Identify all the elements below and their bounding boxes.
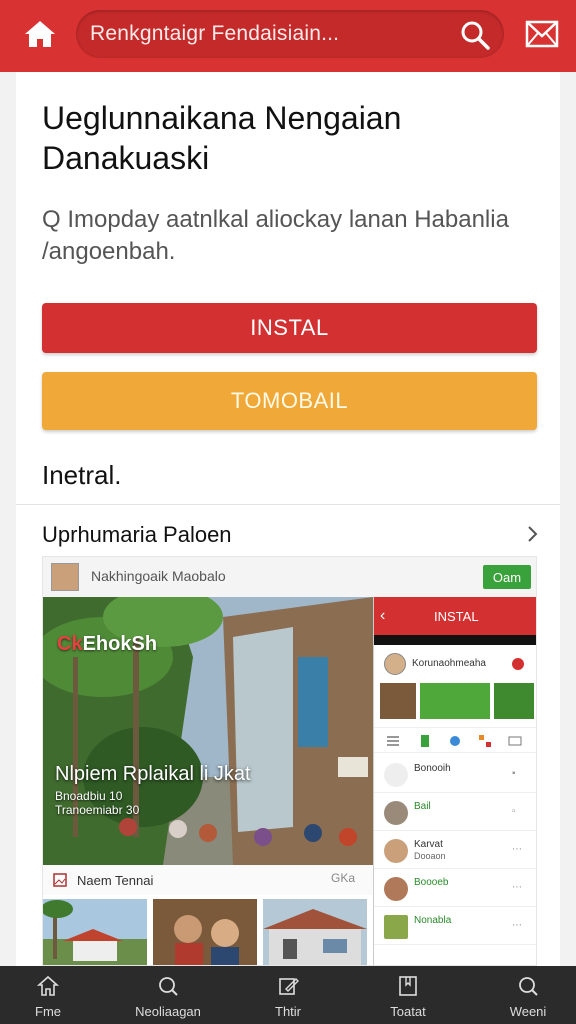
hero-brand: CkEhokSh xyxy=(57,633,158,655)
search-icon xyxy=(519,977,538,996)
page-title: Ueglunnaikana Nengaian Danakuaski xyxy=(42,100,402,176)
mail-icon xyxy=(525,20,559,48)
caption-row[interactable]: Naem Tennai GKa xyxy=(43,865,373,895)
notification-dot xyxy=(512,658,524,670)
nav-label: Neoliaagan xyxy=(135,1004,201,1019)
menu-icon[interactable] xyxy=(386,734,400,748)
feed-preview[interactable]: Nakhingoaik Maobalo Oam CkEhokSh Nlpiem … xyxy=(42,556,537,966)
caption-badge: GKa xyxy=(331,871,356,885)
section-heading: Inetral. xyxy=(42,460,122,490)
nav-label: Fme xyxy=(35,1004,61,1019)
nav-label: Toatat xyxy=(390,1004,426,1019)
thumbnail[interactable] xyxy=(153,899,257,965)
page-subtitle: Q Imopday aatnlkal aliockay lanan Habanl… xyxy=(42,206,509,265)
phone-profile-row[interactable]: Korunaohmeaha xyxy=(374,649,536,679)
install-button[interactable]: INSTAL xyxy=(42,303,537,353)
feed-row-title[interactable]: Uprhumaria Paloen xyxy=(42,522,232,548)
phone-icon-row xyxy=(374,727,536,753)
avatar xyxy=(384,801,408,825)
list-item[interactable]: Bail ▫ xyxy=(374,795,536,831)
tile-image[interactable] xyxy=(420,683,490,719)
hero-image[interactable]: CkEhokSh Nlpiem Rplaikal li Jkat Bnoadbi… xyxy=(43,597,373,865)
search-input[interactable]: Renkgntaigr Fendaisiain... xyxy=(90,22,339,46)
phone-status-bar xyxy=(374,635,536,645)
more-icon[interactable]: ▫ xyxy=(512,806,516,817)
nav-label: Thtir xyxy=(275,1004,301,1019)
home-icon xyxy=(25,21,55,47)
search-icon xyxy=(461,21,490,50)
more-icon[interactable]: ▪ xyxy=(512,768,516,779)
grid-icon[interactable] xyxy=(478,734,492,748)
search-bar[interactable]: Renkgntaigr Fendaisiain... xyxy=(76,10,504,58)
list-item-title: Bail xyxy=(414,801,431,812)
avatar[interactable] xyxy=(51,563,79,591)
home-icon xyxy=(36,975,60,996)
bottom-navigation: Fme Neoliaagan Thtir Toatat Weeni xyxy=(0,966,576,1024)
more-icon[interactable]: ⋯ xyxy=(512,882,522,893)
list-item[interactable]: Nonabla ⋯ xyxy=(374,909,536,945)
phone-title: INSTAL xyxy=(434,609,479,624)
main-content-card: Ueglunnaikana Nengaian Danakuaski Q Imop… xyxy=(16,72,560,966)
top-app-bar: Renkgntaigr Fendaisiain... xyxy=(0,0,576,72)
bookmark-icon xyxy=(399,976,417,996)
more-icon[interactable]: ⋯ xyxy=(512,844,522,855)
nav-item-home[interactable]: Fme xyxy=(0,966,96,1024)
avatar xyxy=(384,915,408,939)
list-item[interactable]: Bonooih ▪ xyxy=(374,757,536,793)
bookmark-icon[interactable] xyxy=(418,734,432,748)
star-icon[interactable] xyxy=(448,734,462,748)
search-button[interactable] xyxy=(458,18,492,52)
follow-button[interactable]: Oam xyxy=(483,565,531,589)
chevron-right-icon[interactable] xyxy=(520,522,544,546)
list-item[interactable]: Boooeb ⋯ xyxy=(374,871,536,907)
home-button[interactable] xyxy=(20,14,60,54)
nav-item-saved[interactable]: Toatat xyxy=(360,966,456,1024)
hero-meta: Bnoadbiu 10 xyxy=(55,789,123,803)
thumbnail[interactable] xyxy=(263,899,367,965)
hero-headline: Nlpiem Rplaikal li Jkat xyxy=(55,763,251,785)
thumbnail[interactable] xyxy=(43,899,147,965)
phone-tiles xyxy=(380,683,534,719)
back-arrow-icon[interactable]: ‹ xyxy=(380,607,385,625)
nav-item-edit[interactable]: Thtir xyxy=(240,966,336,1024)
list-item-title: Bonooih xyxy=(414,763,451,774)
phone-app-bar: ‹ INSTAL xyxy=(374,597,536,635)
search-icon xyxy=(159,977,178,996)
divider xyxy=(16,504,560,505)
secondary-button[interactable]: TOMOBAIL xyxy=(42,372,537,430)
list-item-title: Boooeb xyxy=(414,877,449,888)
avatar xyxy=(384,839,408,863)
feed-header: Nakhingoaik Maobalo Oam xyxy=(43,557,536,597)
nav-label: Weeni xyxy=(509,1004,547,1019)
image-icon xyxy=(53,873,67,887)
list-item[interactable]: Karvat Dooaon ⋯ xyxy=(374,833,536,869)
list-item-subtitle: Dooaon xyxy=(414,851,446,861)
feed-author[interactable]: Nakhingoaik Maobalo xyxy=(91,568,226,584)
list-item-title: Karvat xyxy=(414,839,443,850)
tile-image[interactable] xyxy=(494,683,534,719)
mail-button[interactable] xyxy=(522,16,562,52)
nav-item-search-2[interactable]: Weeni xyxy=(480,966,576,1024)
avatar xyxy=(384,763,408,787)
profile-name: Korunaohmeaha xyxy=(412,658,486,669)
more-icon[interactable]: ⋯ xyxy=(512,920,522,931)
tile-image[interactable] xyxy=(380,683,416,719)
list-item-title: Nonabla xyxy=(414,915,452,926)
avatar xyxy=(384,877,408,901)
caption-text: Naem Tennai xyxy=(77,873,154,888)
edit-icon xyxy=(279,978,299,995)
avatar xyxy=(384,653,406,675)
nav-item-search[interactable]: Neoliaagan xyxy=(120,966,216,1024)
more-icon[interactable] xyxy=(508,734,522,748)
hero-meta: Tranoemiabr 30 xyxy=(55,803,140,817)
phone-mockup: ‹ INSTAL Korunaohmeaha Bonooih ▪ Bail ▫ … xyxy=(373,597,536,965)
